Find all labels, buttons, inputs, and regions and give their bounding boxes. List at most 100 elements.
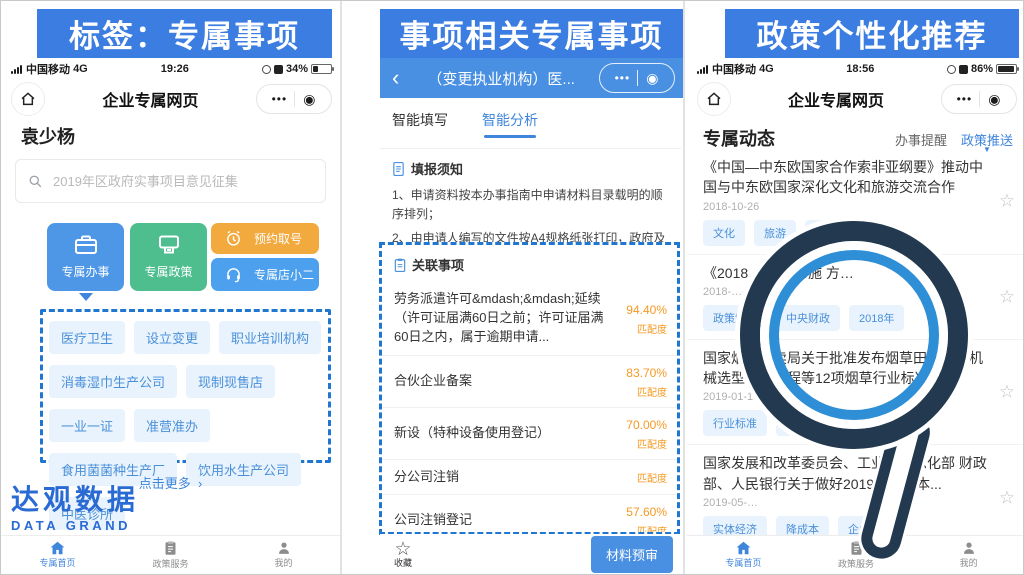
- tab-home[interactable]: 专属首页: [1, 536, 114, 574]
- related-row[interactable]: 合伙企业备案 83.70%匹配度: [382, 355, 677, 407]
- news-title[interactable]: 国家发展和改革委员会、工业和信息化部 财政部、人民银行关于做好2019年降成本.…: [703, 453, 991, 494]
- news-title[interactable]: 国家烟草专卖局关于批准发布烟草田间作业机械选型测试规程等12项烟草行业标准的..…: [703, 348, 991, 389]
- tag-item[interactable]: 设立变更: [134, 321, 210, 354]
- tag-item[interactable]: 职业培训机构: [219, 321, 321, 354]
- news-tag[interactable]: 旅游: [754, 220, 796, 246]
- material-precheck-button[interactable]: 材料预审: [591, 536, 673, 573]
- news-tag[interactable]: 中央财政: [776, 305, 840, 331]
- related-row[interactable]: 劳务派遣许可&mdash;&mdash;延续（许可证届满60日之前；许可证届满6…: [382, 282, 677, 355]
- tag-item[interactable]: 消毒湿巾生产公司: [49, 365, 177, 398]
- nav-bar: ‹ （变更执业机构）医... ••• ◉: [380, 58, 683, 98]
- action-exclusive-service[interactable]: 专属办事: [47, 223, 124, 291]
- home-icon: [20, 91, 36, 107]
- section-title: 专属动态: [703, 125, 881, 151]
- home-button[interactable]: [697, 82, 731, 116]
- news-item[interactable]: 国家发展和改革委员会、工业和信息化部 财政部、人民银行关于做好2019年降成本.…: [687, 445, 1024, 536]
- related-name[interactable]: 分公司注销: [394, 468, 615, 487]
- news-title[interactable]: 《中国—中东欧国家合作索非亚纲要》推动中国与中东欧国家深化文化和旅游交流合作: [703, 157, 991, 198]
- news-tag[interactable]: 交流合作: [805, 220, 869, 246]
- action-label: 专属店小二: [254, 266, 314, 283]
- briefcase-icon: [74, 235, 98, 255]
- clock-label: 19:26: [88, 63, 262, 75]
- miniprogram-menu[interactable]: ••• ◉: [599, 63, 675, 93]
- related-name[interactable]: 劳务派遣许可&mdash;&mdash;延续（许可证届满60日之前；许可证届满6…: [394, 290, 615, 347]
- action-appointment-number[interactable]: 预约取号: [211, 223, 319, 254]
- miniprogram-menu[interactable]: ••• ◉: [941, 84, 1017, 114]
- related-name[interactable]: 合伙企业备案: [394, 372, 615, 391]
- more-label[interactable]: 点击更多: [139, 476, 191, 491]
- tab-policy-service[interactable]: 政策服务: [114, 536, 227, 574]
- news-tag[interactable]: 内网: [776, 410, 818, 436]
- miniprogram-menu[interactable]: ••• ◉: [256, 84, 332, 114]
- battery-icon: [311, 64, 332, 74]
- news-tag[interactable]: 行业标准: [703, 410, 767, 436]
- tab-label: 政策服务: [152, 557, 188, 570]
- match-label: 匹配度: [615, 321, 667, 336]
- tag-item[interactable]: 一业一证: [49, 409, 125, 442]
- favorite-button[interactable]: ☆ 收藏: [394, 540, 412, 568]
- news-item[interactable]: 《中国—中东欧国家合作索非亚纲要》推动中国与中东欧国家深化文化和旅游交流合作 2…: [687, 149, 1024, 255]
- related-name[interactable]: 公司注销登记: [394, 511, 615, 530]
- tab-mine[interactable]: 我的: [227, 536, 340, 574]
- clipboard-icon: [164, 541, 177, 556]
- link-policy-push[interactable]: 政策推送 ▼: [961, 130, 1013, 149]
- news-tag[interactable]: 实体经济: [703, 516, 767, 536]
- star-icon[interactable]: ☆: [999, 191, 1015, 212]
- news-title[interactable]: 《2018…解读 …施 方…: [703, 263, 991, 283]
- search-icon: [28, 174, 43, 189]
- tab-home[interactable]: 专属首页: [687, 536, 800, 574]
- more-icon[interactable]: •••: [265, 92, 295, 106]
- search-input[interactable]: [51, 173, 313, 190]
- action-exclusive-policy[interactable]: 专属政策: [130, 223, 207, 291]
- star-icon[interactable]: ☆: [394, 540, 411, 559]
- related-row[interactable]: 公司注销登记 57.60%匹配度: [382, 494, 677, 535]
- action-label: 预约取号: [254, 230, 302, 247]
- related-items-box: 关联事项 劳务派遣许可&mdash;&mdash;延续（许可证届满60日之前；许…: [379, 242, 680, 535]
- close-target-icon[interactable]: ◉: [295, 91, 323, 108]
- news-tag[interactable]: 2018年: [849, 305, 904, 331]
- related-name[interactable]: 新设（特种设备使用登记）: [394, 424, 615, 443]
- clipboard-blue-icon: [394, 258, 406, 272]
- orientation-lock-icon: [262, 65, 271, 74]
- panel1-banner: 标签：专属事项: [37, 9, 332, 58]
- username-label: 袁少杨: [21, 123, 75, 149]
- related-title: 关联事项: [412, 255, 464, 274]
- news-item[interactable]: 国家烟草专卖局关于批准发布烟草田间作业机械选型测试规程等12项烟草行业标准的..…: [687, 340, 1024, 446]
- news-tag[interactable]: 企业成本: [838, 516, 902, 536]
- tag-item[interactable]: 现制现售店: [186, 365, 275, 398]
- tag-item[interactable]: 医疗卫生: [49, 321, 125, 354]
- tag-item[interactable]: 准营准办: [134, 409, 210, 442]
- alarm-clock-icon: [225, 230, 242, 247]
- star-icon[interactable]: ☆: [999, 382, 1015, 403]
- news-tag[interactable]: 降成本: [776, 516, 829, 536]
- search-box[interactable]: [15, 159, 326, 203]
- status-bar: 中国移动 4G 18:56 86%: [697, 61, 1017, 77]
- signal-icon: [697, 65, 708, 74]
- related-row[interactable]: 新设（特种设备使用登记） 70.00%匹配度: [382, 407, 677, 459]
- news-date: 2019-05-…: [703, 497, 991, 509]
- link-service-reminder[interactable]: 办事提醒: [895, 130, 947, 149]
- app-header: 企业专属网页 ••• ◉: [697, 81, 1017, 117]
- news-item[interactable]: 《2018…解读 …施 方… 2018-…-23 政策解读 中央财政 2018年…: [687, 255, 1024, 340]
- tab-smart-analysis[interactable]: 智能分析: [482, 110, 538, 138]
- close-target-icon[interactable]: ◉: [980, 91, 1008, 108]
- action-exclusive-assistant[interactable]: 专属店小二: [211, 258, 319, 291]
- news-tag[interactable]: 政策解读: [703, 305, 767, 331]
- back-icon[interactable]: ‹: [392, 67, 399, 89]
- related-row[interactable]: 分公司注销 匹配度: [382, 459, 677, 495]
- star-icon[interactable]: ☆: [999, 286, 1015, 307]
- news-tag[interactable]: 文化: [703, 220, 745, 246]
- star-icon[interactable]: ☆: [999, 487, 1015, 508]
- news-date: 2018-…-23: [703, 286, 991, 298]
- ticket-printer-icon: [157, 235, 181, 255]
- headset-icon: [225, 266, 242, 283]
- news-tag[interactable]: 田间作业: [827, 410, 891, 436]
- tab-policy-service[interactable]: 政策服务: [800, 536, 913, 574]
- tab-mine[interactable]: 我的: [912, 536, 1024, 574]
- tab-smart-fill[interactable]: 智能填写: [392, 110, 448, 138]
- more-icon[interactable]: •••: [950, 92, 980, 106]
- close-target-icon[interactable]: ◉: [638, 70, 666, 87]
- more-icon[interactable]: •••: [608, 71, 638, 85]
- home-button[interactable]: [11, 82, 45, 116]
- network-label: 4G: [73, 63, 88, 75]
